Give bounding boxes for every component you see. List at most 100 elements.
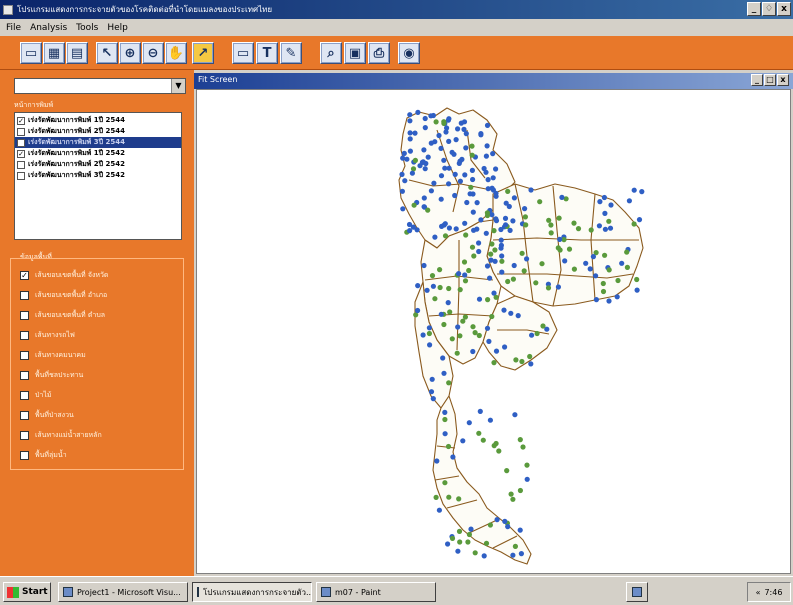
list-item[interactable]: เร่งรัดพัฒนาการพิมพ์ 2ปี 2542	[15, 159, 181, 170]
map-canvas[interactable]	[196, 89, 791, 574]
checkbox[interactable]: ✓	[20, 271, 29, 280]
open-folder-icon[interactable]: ▭	[20, 42, 42, 64]
case-point	[493, 348, 500, 354]
taskbar-item[interactable]: m07 - Paint	[316, 582, 436, 602]
checkbox[interactable]	[17, 138, 25, 147]
case-point	[436, 132, 442, 139]
checkbox[interactable]	[20, 411, 29, 420]
checkbox[interactable]	[17, 127, 25, 136]
print-icon[interactable]: ⎙	[368, 42, 390, 64]
measure-icon[interactable]: ↗	[192, 42, 214, 64]
checkbox[interactable]	[20, 311, 29, 320]
list-item[interactable]: เร่งรัดพัฒนาการพิมพ์ 3ปี 2542	[15, 170, 181, 181]
layer-item[interactable]: พื้นที่ป่าสงวน	[20, 410, 74, 421]
text-icon[interactable]: T	[256, 42, 278, 64]
case-point	[445, 443, 452, 450]
layer-item[interactable]: พื้นที่ชลประทาน	[20, 370, 83, 381]
map-list[interactable]: ✓ เร่งรัดพัฒนาการพิมพ์ 1ปี 2544 เร่งรัดพั…	[14, 112, 182, 240]
case-point	[624, 264, 630, 270]
case-point	[477, 408, 483, 414]
case-point	[496, 448, 502, 454]
map-minimize-button[interactable]: _	[751, 74, 763, 86]
case-point	[534, 330, 540, 337]
layer-item[interactable]: เส้นขอบเขตพื้นที่ อำเภอ	[20, 290, 107, 301]
case-point	[508, 491, 514, 497]
case-point	[443, 129, 449, 135]
chevron-down-icon[interactable]: ▼	[171, 79, 185, 93]
case-point	[571, 220, 577, 226]
report-icon[interactable]: ▣	[344, 42, 366, 64]
map-title-bar[interactable]: Fit Screen _ □ x	[194, 73, 793, 89]
toolbar: ▭ ▦ ▤ ↖ ⊕ ⊖ ✋ ↗ ▭ T ✎ ⌕ ▣ ⎙ ◉	[0, 36, 793, 70]
case-point	[478, 132, 484, 138]
layer-item[interactable]: พื้นที่ลุ่มน้ำ	[20, 450, 67, 461]
checkbox[interactable]	[20, 291, 29, 300]
checkbox[interactable]: ✓	[17, 116, 25, 125]
checkbox[interactable]	[17, 171, 25, 180]
layer-item[interactable]: เส้นขอบเขตพื้นที่ ตำบล	[20, 310, 105, 321]
checkbox[interactable]	[17, 160, 25, 169]
list-item[interactable]: เร่งรัดพัฒนาการพิมพ์ 2ปี 2544	[15, 126, 181, 137]
list-item-label: เร่งรัดพัฒนาการพิมพ์ 2ปี 2544	[28, 127, 125, 135]
case-point	[421, 204, 427, 210]
case-point	[415, 307, 421, 314]
case-point	[486, 338, 492, 344]
case-point	[468, 184, 474, 190]
checkbox[interactable]	[20, 331, 29, 340]
restore-button[interactable]: ♢	[762, 2, 776, 16]
checkbox[interactable]: ✓	[17, 149, 25, 158]
menu-analysis[interactable]: Analysis	[30, 23, 67, 33]
layer-item[interactable]: ✓ เส้นขอบเขตพื้นที่ จังหวัด	[20, 270, 108, 281]
case-point	[426, 325, 432, 331]
table-icon[interactable]: ▦	[43, 42, 65, 64]
checkbox[interactable]	[20, 451, 29, 460]
case-point	[476, 430, 482, 436]
checkbox[interactable]	[20, 431, 29, 440]
case-point	[489, 241, 495, 247]
taskbar-item-active[interactable]: โปรแกรมแสดงการกระจายตัว...	[192, 582, 312, 602]
case-point	[409, 170, 415, 176]
tray-expand-icon[interactable]: «	[756, 588, 761, 597]
menu-tools[interactable]: Tools	[76, 23, 98, 33]
zoom-out-icon[interactable]: ⊖	[142, 42, 164, 64]
layer-item[interactable]: เส้นทางคมนาคม	[20, 350, 86, 361]
list-item[interactable]: ✓ เร่งรัดพัฒนาการพิมพ์ 1ปี 2544	[15, 115, 181, 126]
pin-icon[interactable]: ✎	[280, 42, 302, 64]
taskbar-item[interactable]: Project1 - Microsoft Visu...	[58, 582, 188, 602]
checkbox[interactable]	[20, 351, 29, 360]
case-point	[426, 330, 432, 337]
layer-item[interactable]: เส้นทางแม่น้ำสายหลัก	[20, 430, 102, 441]
layer-item[interactable]: เส้นทางรถไฟ	[20, 330, 75, 341]
query-icon[interactable]: ⌕	[320, 42, 342, 64]
case-point	[471, 227, 477, 233]
case-point	[464, 199, 470, 206]
checkbox[interactable]	[20, 371, 29, 380]
pointer-icon[interactable]: ↖	[96, 42, 118, 64]
list-item[interactable]: ✓ เร่งรัดพัฒนาการพิมพ์ 1ปี 2542	[15, 148, 181, 159]
map-close-button[interactable]: x	[777, 74, 789, 86]
case-point	[438, 196, 444, 202]
window-controls: _ ♢ x	[747, 2, 791, 16]
checkbox[interactable]	[20, 391, 29, 400]
tray-shortcut[interactable]	[626, 582, 648, 602]
case-point	[447, 309, 453, 315]
zoom-in-icon[interactable]: ⊕	[119, 42, 141, 64]
menu-help[interactable]: Help	[107, 23, 128, 33]
start-button[interactable]: Start	[3, 582, 51, 602]
app-title-bar[interactable]: โปรแกรมแสดงการกระจายตัวของโรคติดต่อที่นำ…	[0, 0, 793, 19]
layer-item[interactable]: ป่าไม้	[20, 390, 52, 401]
case-point	[421, 195, 427, 201]
layers-icon[interactable]: ▤	[66, 42, 88, 64]
label-icon[interactable]: ▭	[232, 42, 254, 64]
map-maximize-button[interactable]: □	[764, 74, 776, 86]
list-item-selected[interactable]: เร่งรัดพัฒนาการพิมพ์ 3ปี 2544	[15, 137, 181, 148]
taskbar-item-label: m07 - Paint	[335, 587, 381, 597]
minimize-button[interactable]: _	[747, 2, 761, 16]
layer-combo[interactable]: ▼	[14, 78, 186, 94]
case-point	[484, 122, 491, 128]
stack-icon[interactable]: ◉	[398, 42, 420, 64]
close-button[interactable]: x	[777, 2, 791, 16]
menu-file[interactable]: File	[6, 23, 21, 33]
case-point	[566, 246, 573, 252]
pan-hand-icon[interactable]: ✋	[165, 42, 187, 64]
